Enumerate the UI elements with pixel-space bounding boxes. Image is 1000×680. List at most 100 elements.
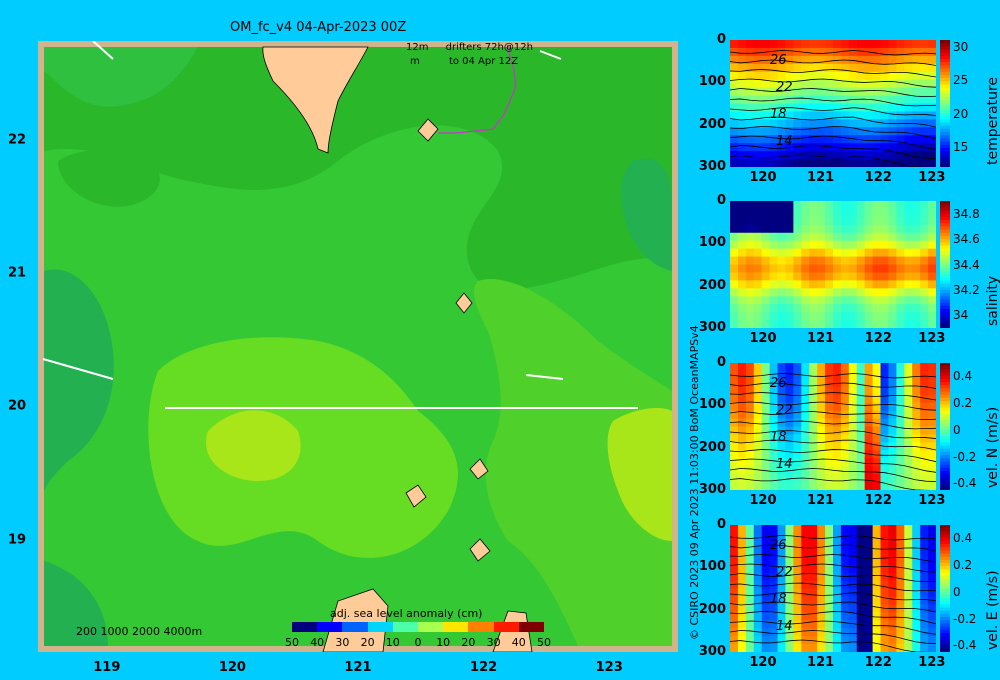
section-cell	[769, 474, 779, 483]
section-cell	[730, 636, 739, 645]
section-cell	[833, 264, 842, 274]
section-cell	[737, 304, 747, 313]
drifter-legend-line1: 12m drifters 72h@12h	[406, 42, 533, 53]
section-cell	[928, 304, 936, 313]
section-cell	[904, 458, 913, 467]
section-cell	[785, 159, 794, 167]
section-cell	[785, 525, 794, 534]
section-cell	[825, 272, 834, 281]
section-cell	[745, 612, 755, 621]
section-cell	[912, 620, 921, 629]
section-cell	[880, 540, 890, 550]
section-cell	[920, 224, 929, 234]
section-cell	[904, 240, 913, 250]
section-cell	[761, 111, 771, 120]
section-cell	[753, 378, 763, 388]
section-cell	[888, 636, 897, 645]
section-cell	[737, 370, 747, 380]
section-cell	[833, 304, 842, 313]
section-cell	[896, 394, 905, 404]
section-y-tick: 0	[716, 193, 726, 208]
section-cell	[880, 127, 890, 136]
section-cell	[753, 418, 763, 428]
section-cell	[793, 548, 802, 558]
section-cell	[809, 103, 818, 113]
section-cell	[833, 474, 842, 483]
section-cell	[761, 280, 771, 289]
section-cell	[912, 216, 921, 226]
section-cell	[801, 208, 810, 218]
section-cell	[840, 135, 850, 144]
section-cell	[817, 248, 826, 258]
section-cell	[848, 628, 858, 637]
section-cell	[737, 525, 747, 534]
section-cell	[753, 256, 763, 266]
section-cell	[864, 272, 874, 281]
colorbar-segment	[940, 324, 950, 328]
section-cell	[880, 280, 890, 289]
section-cell	[825, 402, 834, 412]
section-cell	[856, 572, 866, 582]
section-cell	[912, 320, 921, 328]
sla-colorbar-segment	[493, 622, 519, 632]
section-cell	[872, 596, 882, 605]
section-cell	[761, 644, 771, 652]
section-cell	[801, 320, 810, 328]
section-cell	[785, 71, 794, 81]
section-cell	[809, 312, 818, 321]
section-cell	[856, 256, 866, 266]
section-cell	[864, 628, 874, 637]
section-cell	[785, 386, 794, 396]
section-cell	[833, 588, 842, 598]
section-cell	[730, 466, 739, 475]
section-cell	[912, 525, 921, 534]
section-y-tick: 0	[716, 517, 726, 532]
section-cell	[730, 224, 739, 234]
section-cell	[896, 264, 905, 274]
section-cell	[840, 320, 850, 328]
section-cell	[777, 525, 787, 534]
section-cell	[880, 232, 890, 242]
section-cell	[761, 87, 771, 97]
section-cell	[904, 63, 913, 73]
section-cell	[825, 47, 834, 57]
section-cell	[856, 370, 866, 380]
section-cell	[848, 296, 858, 305]
section-cell	[848, 320, 858, 328]
section-cell	[840, 151, 850, 160]
section-cell	[761, 596, 771, 605]
section-cell	[817, 119, 826, 128]
section-cell	[745, 548, 755, 558]
section-cell	[761, 296, 771, 305]
section-cell	[920, 572, 929, 582]
section-cell	[825, 644, 834, 652]
colorbar-segment	[940, 486, 950, 490]
section-cell	[856, 386, 866, 396]
section-x-tick: 121	[807, 331, 835, 346]
section-cell	[904, 434, 913, 443]
section-cell	[801, 426, 810, 436]
section-cell	[888, 540, 897, 550]
section-cell	[888, 127, 897, 136]
section-cell	[888, 201, 897, 210]
section-cell	[912, 79, 921, 89]
section-cell	[753, 386, 763, 396]
section-cell	[730, 135, 739, 144]
section-cell	[753, 482, 763, 490]
section-cell	[817, 55, 826, 65]
section-cell	[848, 312, 858, 321]
contour-label: 14	[776, 457, 793, 472]
colorbar-segment	[940, 648, 950, 652]
section-cell	[880, 95, 890, 105]
section-cell	[761, 288, 771, 297]
section-x-tick: 122	[864, 493, 892, 508]
section-cell	[920, 63, 929, 73]
section-x-tick: 123	[918, 331, 946, 346]
section-cell	[856, 87, 866, 97]
section-cell	[785, 548, 794, 558]
section-cell	[801, 458, 810, 467]
section-cell	[856, 402, 866, 412]
section-cell	[856, 378, 866, 388]
section-cell	[761, 304, 771, 313]
section-cell	[745, 564, 755, 574]
